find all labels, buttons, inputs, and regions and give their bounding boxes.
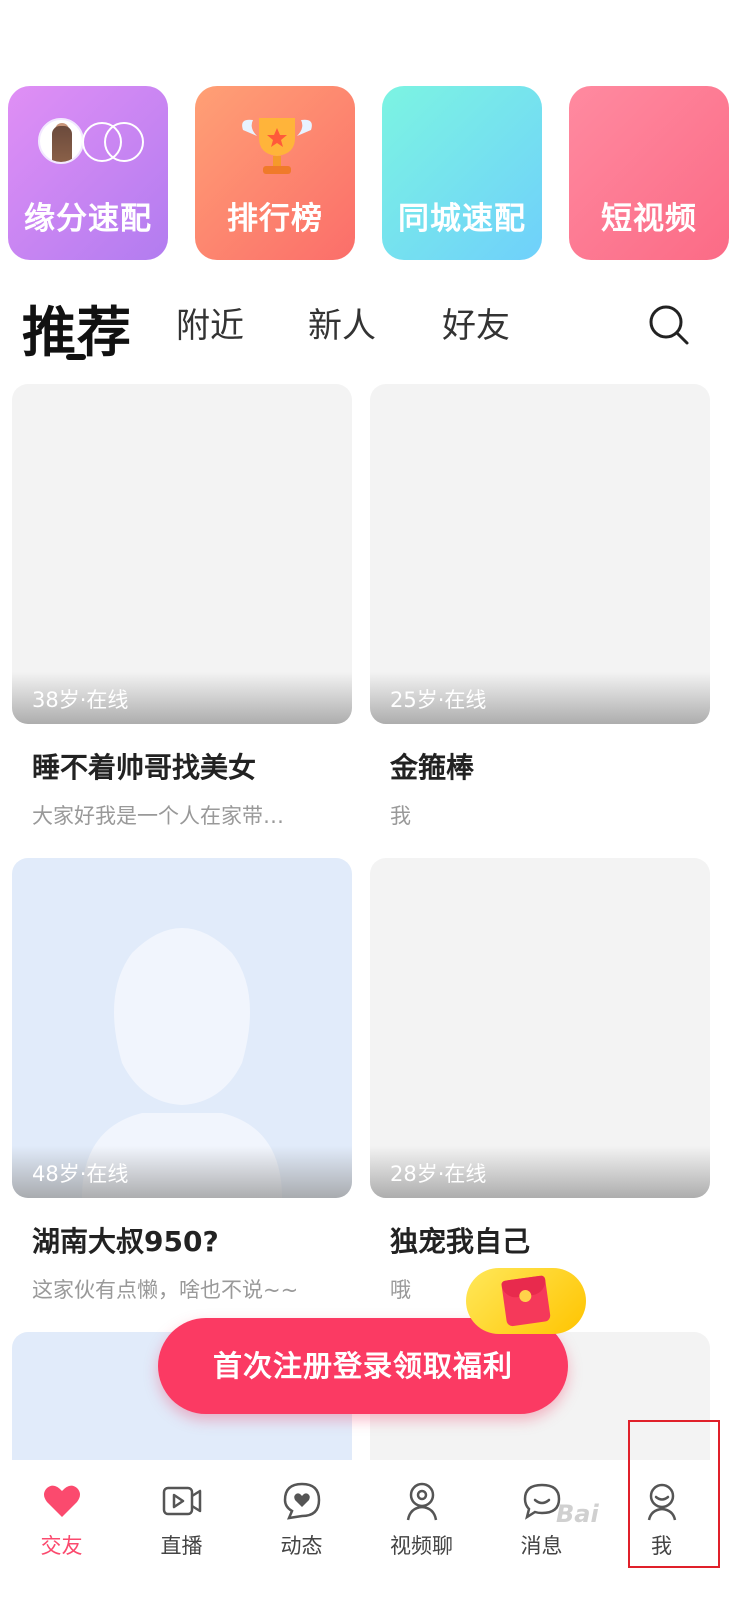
nav-item-messages[interactable]: 消息 (480, 1460, 603, 1600)
video-chat-icon (406, 1482, 438, 1521)
age-status: 28岁·在线 (390, 1162, 487, 1186)
feature-tiles: 缘分速配 排行榜 同城速配 短视频 (8, 86, 730, 260)
user-photo: 25岁·在线 (370, 384, 710, 724)
nav-label: 消息 (520, 1534, 563, 1558)
tab-new[interactable]: 新人 (308, 298, 376, 347)
user-bio: 我 (390, 804, 411, 828)
age-status: 25岁·在线 (390, 688, 487, 712)
red-envelope-icon[interactable] (466, 1268, 586, 1334)
tab-nearby[interactable]: 附近 (176, 298, 244, 347)
user-name: 金箍棒 (390, 751, 475, 784)
tile-label: 排行榜 (227, 201, 323, 237)
user-photo: 28岁·在线 (370, 858, 710, 1198)
user-name: 独宠我自己 (390, 1225, 531, 1258)
tab-friends[interactable]: 好友 (442, 298, 510, 347)
nav-label: 交友 (40, 1534, 83, 1558)
watermark: Bai (556, 1500, 599, 1528)
nav-item-moments[interactable]: 动态 (240, 1460, 363, 1600)
user-photo: 38岁·在线 (12, 384, 352, 724)
tile-city-match[interactable]: 同城速配 (382, 86, 542, 260)
user-card[interactable]: 48岁·在线 湖南大叔950? 这家伙有点懒，啥也不说~~ (12, 858, 352, 1304)
tile-label: 短视频 (601, 201, 697, 237)
nav-label: 动态 (280, 1534, 323, 1558)
user-card[interactable]: 25岁·在线 金箍棒 我 (370, 384, 710, 830)
tile-label: 缘分速配 (24, 201, 152, 237)
user-name: 湖南大叔950? (32, 1225, 219, 1258)
search-icon[interactable] (648, 304, 690, 346)
highlight-box (628, 1420, 720, 1568)
nav-item-live[interactable]: 直播 (120, 1460, 243, 1600)
trophy-icon (242, 118, 312, 174)
active-tab-indicator (66, 354, 86, 360)
nav-item-video-chat[interactable]: 视频聊 (360, 1460, 483, 1600)
tile-label: 同城速配 (398, 201, 526, 237)
user-card[interactable]: 38岁·在线 睡不着帅哥找美女 大家好我是一个人在家带… (12, 384, 352, 830)
user-name: 睡不着帅哥找美女 (32, 751, 257, 784)
user-bio: 大家好我是一个人在家带… (32, 804, 284, 828)
feed-tabs: 推荐 附近 新人 好友 (0, 284, 738, 374)
nav-item-make-friends[interactable]: 交友 (0, 1460, 123, 1600)
rings-icon (82, 122, 144, 162)
tile-match[interactable]: 缘分速配 (8, 86, 168, 260)
moments-icon (283, 1482, 321, 1520)
nav-label: 直播 (160, 1534, 203, 1558)
user-card[interactable]: 28岁·在线 独宠我自己 哦 (370, 858, 710, 1304)
user-bio: 这家伙有点懒，啥也不说~~ (32, 1278, 299, 1302)
tile-short-video[interactable]: 短视频 (569, 86, 729, 260)
heart-icon (44, 1485, 80, 1517)
nav-label: 视频聊 (390, 1534, 453, 1558)
avatar (38, 118, 84, 164)
age-status: 38岁·在线 (32, 688, 129, 712)
tile-ranking[interactable]: 排行榜 (195, 86, 355, 260)
user-photo: 48岁·在线 (12, 858, 352, 1198)
video-icon (162, 1486, 202, 1516)
age-status: 48岁·在线 (32, 1162, 129, 1186)
